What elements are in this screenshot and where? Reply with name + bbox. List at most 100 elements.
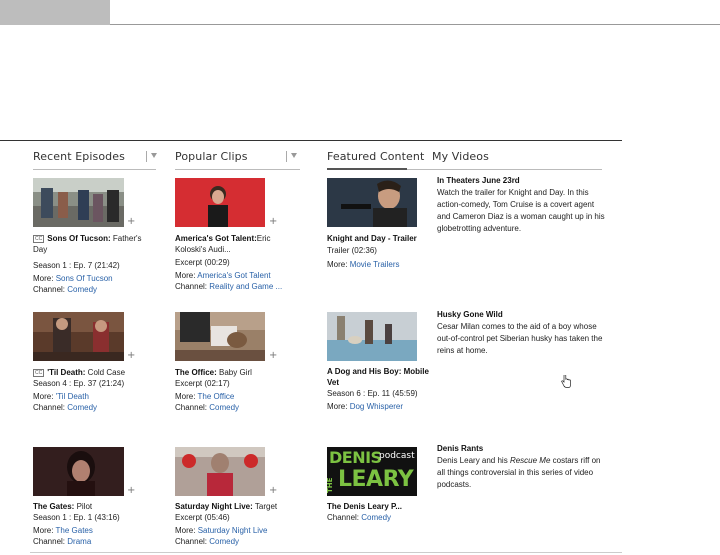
more-label: More: xyxy=(327,402,348,411)
popular-clip-info: Saturday Night Live: Target Excerpt (05:… xyxy=(175,501,300,547)
channel-label: Channel: xyxy=(33,403,66,412)
channel-label: Channel: xyxy=(327,513,360,522)
channel-link[interactable]: Comedy xyxy=(209,537,239,546)
clip-subtitle[interactable]: Target xyxy=(255,502,277,511)
featured-description: Denis Rants Denis Leary and his Rescue M… xyxy=(437,443,605,491)
channel-label: Channel: xyxy=(175,403,208,412)
featured-desc-text: Cesar Milan comes to the aid of a boy wh… xyxy=(437,322,603,355)
thumb-logo-text: THE xyxy=(327,477,334,493)
americas-got-talent-thumbnail[interactable] xyxy=(175,178,265,227)
my-videos-title[interactable]: My Videos xyxy=(432,150,489,163)
episode-meta: Season 4 : Ep. 37 (21:24) xyxy=(33,379,125,388)
channel-link[interactable]: Comedy xyxy=(361,513,391,522)
more-label: More: xyxy=(33,526,54,535)
episode-title[interactable]: 'Til Death: xyxy=(47,368,85,377)
sort-arrow-icon[interactable] xyxy=(291,153,297,158)
saturday-night-live-thumbnail[interactable] xyxy=(175,447,265,496)
more-label: More: xyxy=(33,392,54,401)
featured-desc-title: Denis Rants xyxy=(437,444,484,453)
more-link[interactable]: The Office xyxy=(198,392,235,401)
more-link[interactable]: 'Til Death xyxy=(56,392,89,401)
channel-link[interactable]: Drama xyxy=(67,537,91,546)
cc-icon: CC xyxy=(33,369,45,377)
channel-link[interactable]: Comedy xyxy=(67,403,97,412)
dog-whisperer-thumbnail[interactable] xyxy=(327,312,417,361)
bottom-divider xyxy=(30,552,622,553)
more-link[interactable]: Movie Trailers xyxy=(350,260,400,269)
add-to-queue-icon[interactable]: + xyxy=(269,351,277,361)
thumb-logo-text: podcast xyxy=(379,451,415,461)
episode-subtitle[interactable]: Cold Case xyxy=(88,368,125,377)
popular-clip-info: America's Got Talent:Eric Koloski's Audi… xyxy=(175,233,300,292)
the-gates-thumbnail[interactable] xyxy=(33,447,124,496)
thumb-logo-text: LEARY xyxy=(338,467,414,492)
featured-meta: Trailer (02:36) xyxy=(327,246,377,255)
more-link[interactable]: Dog Whisperer xyxy=(350,402,403,411)
featured-title[interactable]: Knight and Day - Trailer xyxy=(327,233,437,244)
add-to-queue-icon[interactable]: + xyxy=(269,217,277,227)
clip-title[interactable]: The Office: xyxy=(175,368,217,377)
featured-title[interactable]: The Denis Leary P... xyxy=(327,501,437,512)
more-label: More: xyxy=(33,274,54,283)
featured-desc-title: Husky Gone Wild xyxy=(437,310,503,319)
channel-label: Channel: xyxy=(33,285,66,294)
featured-desc-text: Watch the trailer for Knight and Day. In… xyxy=(437,188,605,233)
recent-episode-info: CC Sons Of Tucson: Father's Day Season 1 … xyxy=(33,233,153,295)
episode-subtitle[interactable]: Pilot xyxy=(77,502,93,511)
more-link[interactable]: Saturday Night Live xyxy=(198,526,268,535)
sort-arrow-icon[interactable] xyxy=(151,153,157,158)
add-to-queue-icon[interactable]: + xyxy=(127,217,135,227)
channel-link[interactable]: Comedy xyxy=(209,403,239,412)
add-to-queue-icon[interactable]: + xyxy=(269,486,277,496)
clip-subtitle[interactable]: Baby Girl xyxy=(219,368,252,377)
more-link[interactable]: Sons Of Tucson xyxy=(56,274,113,283)
more-label: More: xyxy=(175,392,196,401)
clip-title[interactable]: America's Got Talent: xyxy=(175,234,257,243)
sons-of-tucson-thumbnail[interactable] xyxy=(33,178,124,227)
top-nav-tab[interactable] xyxy=(0,0,110,25)
channel-label: Channel: xyxy=(175,537,208,546)
more-link[interactable]: America's Got Talent xyxy=(197,271,270,280)
episode-title[interactable]: The Gates: xyxy=(33,502,74,511)
episode-title[interactable]: Sons Of Tucson: xyxy=(47,234,110,243)
cc-icon: CC xyxy=(33,235,45,243)
section-divider xyxy=(0,140,622,141)
recent-episode-info: CC 'Til Death: Cold Case Season 4 : Ep. 3… xyxy=(33,367,153,413)
tab-my-videos[interactable]: My Videos xyxy=(432,150,489,170)
hand-cursor-icon xyxy=(561,374,571,393)
featured-title[interactable]: A Dog and His Boy: Mobile Vet xyxy=(327,366,437,388)
episode-meta: Season 1 : Ep. 1 (43:16) xyxy=(33,513,120,522)
featured-description: Husky Gone Wild Cesar Milan comes to the… xyxy=(437,309,607,357)
recent-episodes-sort[interactable] xyxy=(33,150,157,170)
popular-clip-info: The Office: Baby Girl Excerpt (02:17) Mo… xyxy=(175,367,300,413)
featured-desc-emphasis: Rescue Me xyxy=(509,456,551,465)
popular-clips-underline xyxy=(175,169,300,170)
popular-clips-sort[interactable] xyxy=(175,150,300,170)
sort-divider xyxy=(146,151,147,162)
clip-title[interactable]: Saturday Night Live: xyxy=(175,502,253,511)
clip-meta: Excerpt (00:29) xyxy=(175,258,230,267)
more-link[interactable]: The Gates xyxy=(56,526,93,535)
active-tab-indicator xyxy=(327,168,407,170)
featured-item-info: A Dog and His Boy: Mobile Vet Season 6 :… xyxy=(327,366,437,412)
featured-desc-text-start: Denis Leary and his xyxy=(437,456,510,465)
tab-featured-content[interactable]: Featured Content xyxy=(327,150,424,170)
the-office-thumbnail[interactable] xyxy=(175,312,265,361)
more-label: More: xyxy=(327,260,348,269)
add-to-queue-icon[interactable]: + xyxy=(127,351,135,361)
add-to-queue-icon[interactable]: + xyxy=(127,486,135,496)
knight-and-day-thumbnail[interactable] xyxy=(327,178,417,227)
denis-leary-podcast-thumbnail[interactable]: DENIS podcast THE LEARY xyxy=(327,447,417,496)
channel-link[interactable]: Comedy xyxy=(67,285,97,294)
channel-label: Channel: xyxy=(175,282,208,291)
featured-meta: Season 6 : Ep. 11 (45:59) xyxy=(327,389,418,398)
clip-meta: Excerpt (05:46) xyxy=(175,513,230,522)
channel-label: Channel: xyxy=(33,537,66,546)
channel-link[interactable]: Reality and Game ... xyxy=(209,282,282,291)
recent-episode-info: The Gates: Pilot Season 1 : Ep. 1 (43:16… xyxy=(33,501,153,547)
featured-content-title[interactable]: Featured Content xyxy=(327,150,424,163)
clip-meta: Excerpt (02:17) xyxy=(175,379,230,388)
til-death-thumbnail[interactable] xyxy=(33,312,124,361)
sort-divider xyxy=(286,151,287,162)
featured-item-info: The Denis Leary P... Channel: Comedy xyxy=(327,501,437,523)
